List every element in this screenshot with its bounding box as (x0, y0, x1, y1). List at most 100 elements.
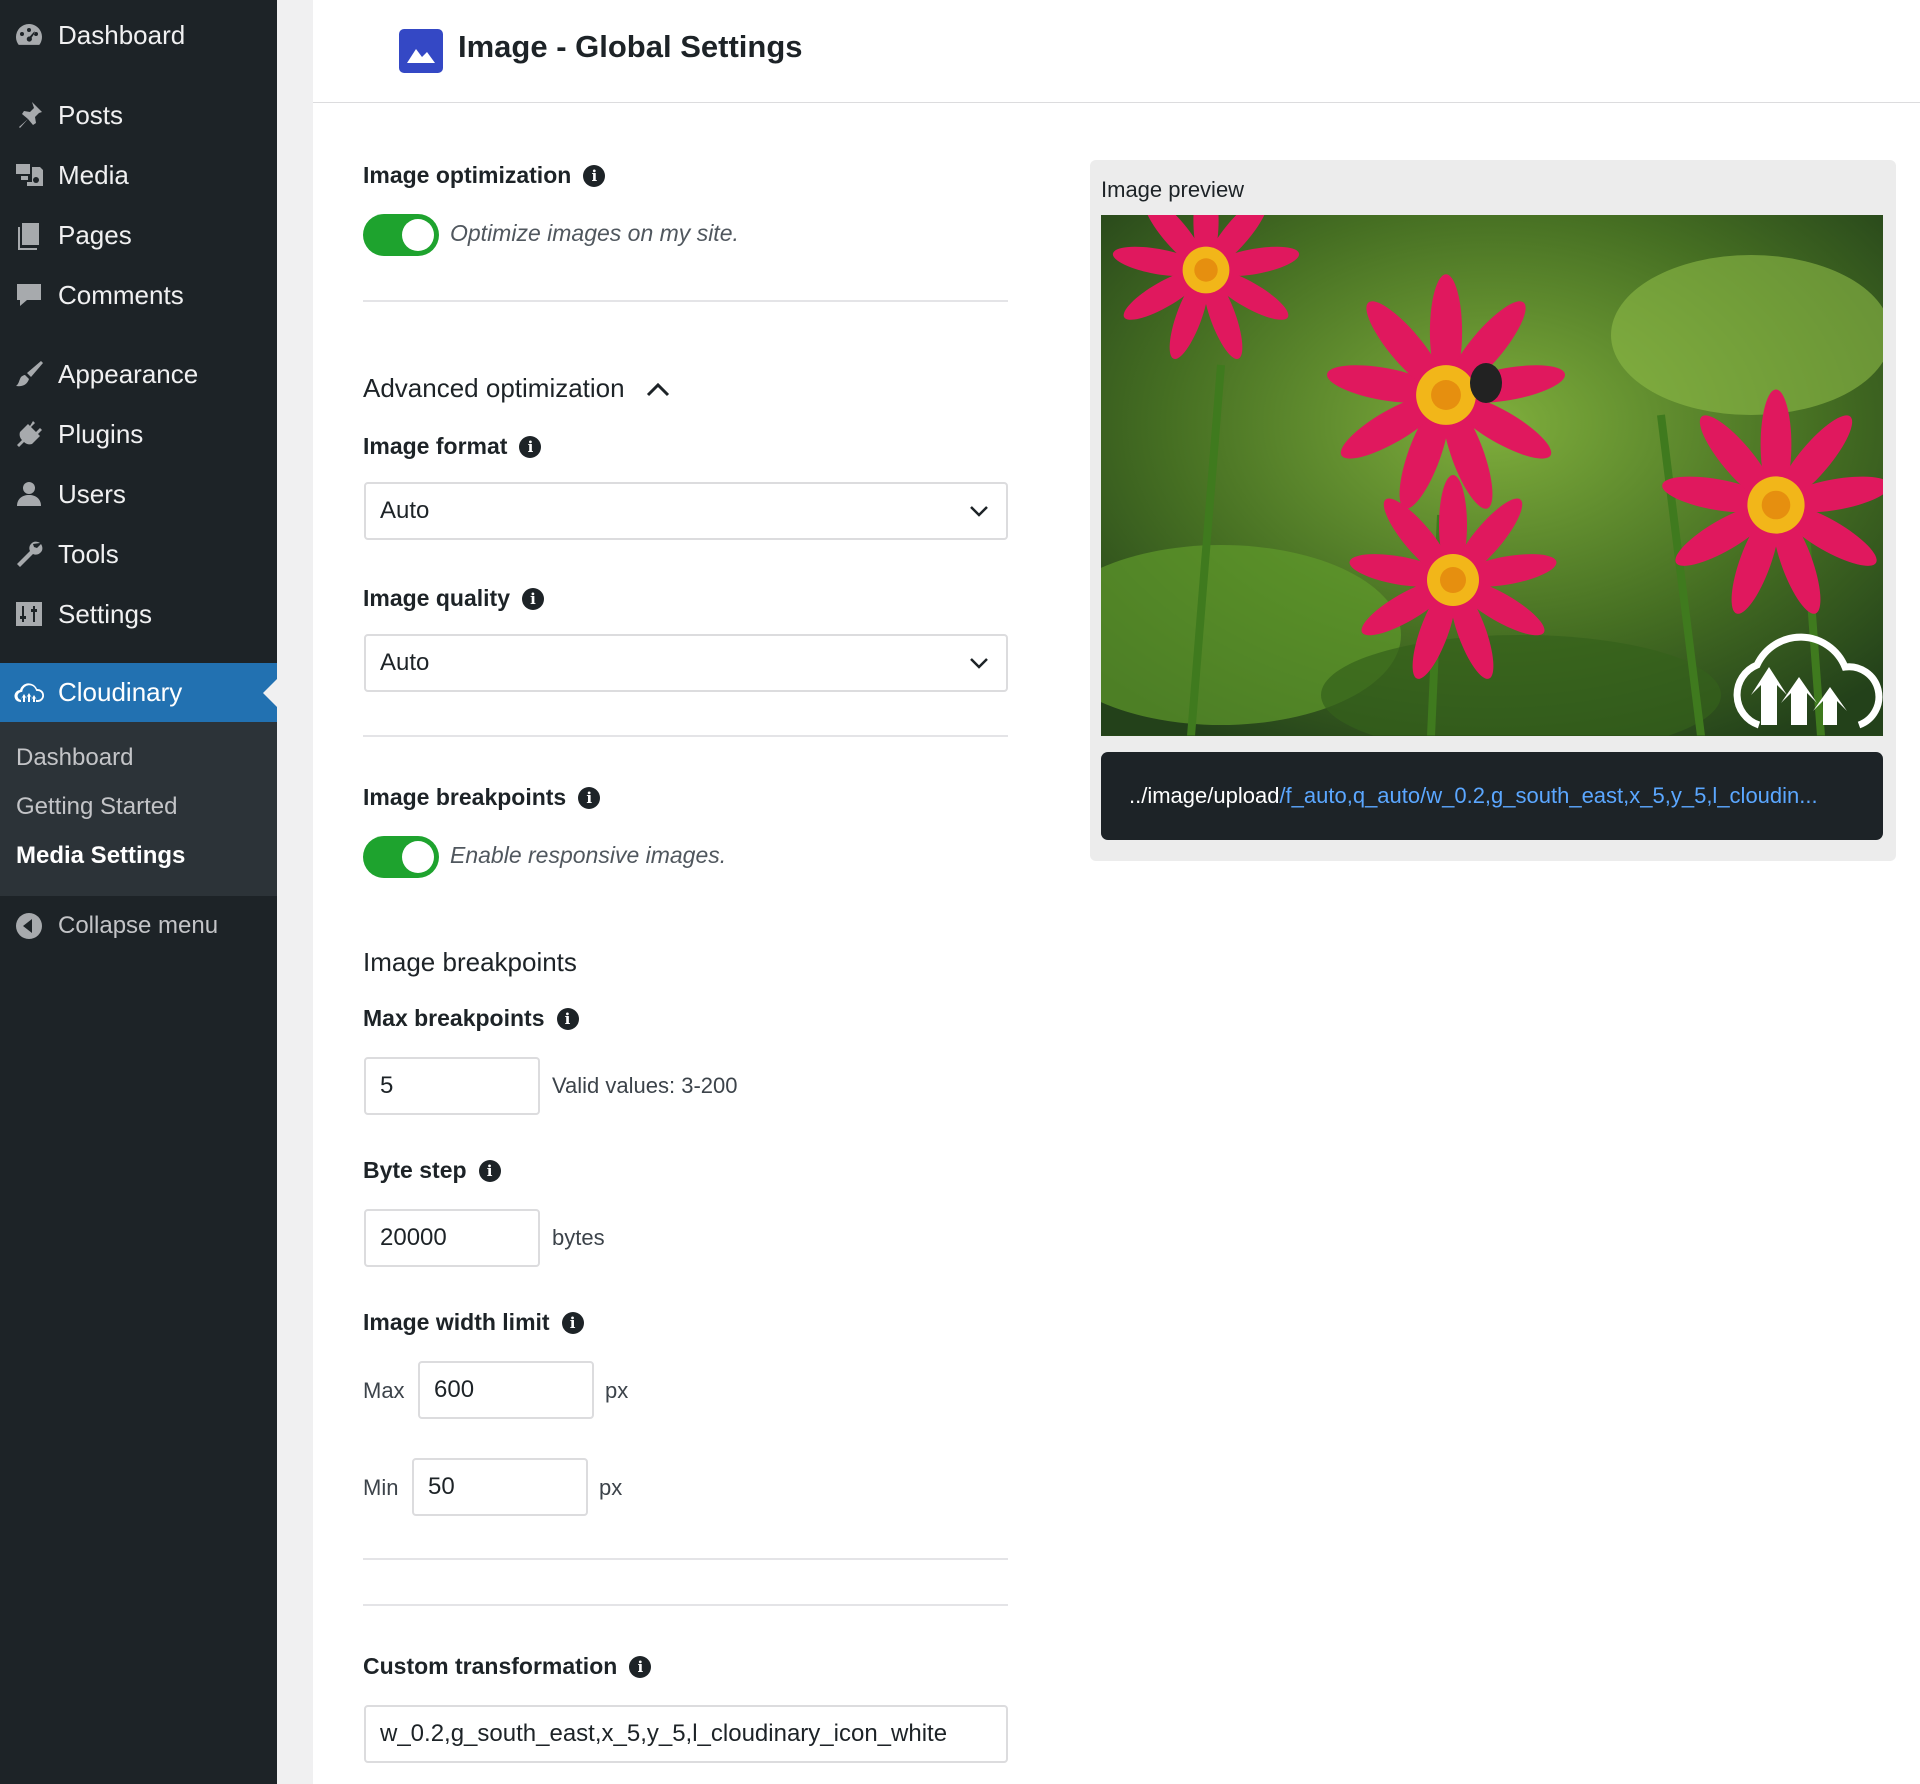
sidebar-item-label: Dashboard (58, 19, 186, 50)
breakpoints-section-title: Image breakpoints (363, 947, 577, 977)
info-icon[interactable]: i (629, 1655, 652, 1678)
collapse-menu-button[interactable]: Collapse menu (0, 897, 277, 955)
image-breakpoints-label: Image breakpoints i (363, 784, 601, 811)
image-quality-label: Image quality i (363, 585, 544, 612)
cloud-icon (0, 664, 58, 722)
byte-step-input[interactable]: 20000 (364, 1209, 540, 1267)
image-format-value: Auto (380, 497, 430, 524)
width-max-input[interactable]: 600 (418, 1361, 594, 1419)
comment-icon (0, 266, 58, 324)
image-breakpoints-description: Enable responsive images. (450, 842, 727, 868)
image-optimization-label-text: Image optimization (363, 162, 572, 188)
image-format-label: Image format i (363, 433, 542, 460)
chevron-down-icon (970, 658, 988, 669)
page-title: Image - Global Settings (458, 29, 803, 64)
divider (363, 300, 1008, 302)
sidebar-item-label: Comments (58, 279, 184, 310)
sidebar-item-appearance[interactable]: Appearance (0, 345, 277, 403)
sidebar-item-settings[interactable]: Settings (0, 585, 277, 643)
sidebar-item-label: Media (58, 159, 129, 190)
byte-step-label: Byte step i (363, 1157, 501, 1184)
plug-icon (0, 405, 58, 463)
image-icon (399, 29, 443, 73)
sidebar-item-label: Tools (58, 538, 119, 569)
sidebar-item-label: Settings (58, 598, 152, 629)
info-icon[interactable]: i (521, 587, 544, 610)
sidebar-item-users[interactable]: Users (0, 465, 277, 523)
image-width-limit-label-text: Image width limit (363, 1309, 550, 1335)
page-header: Image - Global Settings (313, 0, 1920, 103)
image-width-limit-label: Image width limit i (363, 1309, 584, 1336)
max-breakpoints-hint: Valid values: 3-200 (552, 1073, 738, 1098)
info-icon[interactable]: i (583, 164, 606, 187)
divider (363, 1604, 1008, 1606)
preview-image (1101, 215, 1883, 736)
sidebar-item-cloudinary[interactable]: Cloudinary (0, 663, 277, 722)
width-min-label: Min (363, 1475, 399, 1500)
divider (363, 735, 1008, 737)
user-icon (0, 465, 58, 523)
transformation-url: ../image/upload/f_auto,q_auto/w_0.2,g_so… (1101, 752, 1883, 840)
info-icon[interactable]: i (561, 1311, 584, 1334)
divider (363, 1558, 1008, 1560)
sidebar-item-label: Appearance (58, 358, 199, 389)
submenu-item-media-settings[interactable]: Media Settings (16, 842, 185, 870)
width-min-input[interactable]: 50 (412, 1458, 588, 1516)
image-quality-select[interactable]: Auto (364, 634, 1008, 692)
width-max-label: Max (363, 1378, 405, 1403)
max-breakpoints-label-text: Max breakpoints (363, 1005, 545, 1031)
cloudinary-submenu: Dashboard Getting Started Media Settings (0, 722, 277, 896)
toggle-knob (402, 219, 434, 251)
image-optimization-description: Optimize images on my site. (450, 220, 739, 246)
width-max-unit: px (605, 1378, 629, 1403)
sidebar-item-dashboard[interactable]: Dashboard (0, 6, 277, 64)
url-base: ../image/upload (1129, 783, 1280, 808)
image-breakpoints-toggle[interactable] (363, 836, 439, 878)
image-quality-label-text: Image quality (363, 585, 510, 611)
chevron-up-icon (646, 382, 669, 396)
image-breakpoints-label-text: Image breakpoints (363, 784, 567, 810)
width-min-unit: px (599, 1475, 623, 1500)
byte-step-unit: bytes (552, 1225, 605, 1250)
sidebar-item-plugins[interactable]: Plugins (0, 405, 277, 463)
image-optimization-label: Image optimization i (363, 162, 606, 189)
active-indicator (263, 678, 277, 707)
image-preview-title: Image preview (1101, 177, 1245, 202)
sidebar-item-label: Plugins (58, 418, 144, 449)
sidebar-item-label: Pages (58, 219, 132, 250)
image-format-select[interactable]: Auto (364, 482, 1008, 540)
url-transformation-link[interactable]: /f_auto,q_auto/w_0.2,g_south_east,x_5,y_… (1279, 783, 1817, 809)
wrench-icon (0, 525, 58, 583)
byte-step-label-text: Byte step (363, 1157, 467, 1183)
info-icon[interactable]: i (519, 435, 542, 458)
collapse-icon (0, 897, 58, 955)
brush-icon (0, 345, 58, 403)
sidebar-item-pages[interactable]: Pages (0, 206, 277, 264)
custom-transformation-label: Custom transformation i (363, 1653, 652, 1680)
sidebar-item-label: Posts (58, 99, 124, 130)
toggle-knob (402, 841, 434, 873)
sidebar-item-posts[interactable]: Posts (0, 86, 277, 144)
info-icon[interactable]: i (578, 786, 601, 809)
max-breakpoints-input[interactable]: 5 (364, 1057, 540, 1115)
chevron-down-icon (970, 506, 988, 517)
custom-transformation-input[interactable]: w_0.2,g_south_east,x_5,y_5,l_cloudinary_… (364, 1705, 1008, 1763)
sidebar-item-media[interactable]: Media (0, 146, 277, 204)
pin-icon (0, 86, 58, 144)
advanced-optimization-toggle[interactable]: Advanced optimization (363, 373, 671, 404)
pages-icon (0, 206, 58, 264)
sidebar-item-label: Users (58, 478, 126, 509)
advanced-optimization-label: Advanced optimization (363, 373, 625, 403)
sidebar-item-tools[interactable]: Tools (0, 525, 277, 583)
image-optimization-toggle[interactable] (363, 214, 439, 256)
sliders-icon (0, 585, 58, 643)
info-icon[interactable]: i (556, 1007, 579, 1030)
custom-transformation-label-text: Custom transformation (363, 1653, 618, 1679)
submenu-item-dashboard[interactable]: Dashboard (16, 744, 133, 772)
sidebar-item-comments[interactable]: Comments (0, 266, 277, 324)
sidebar-item-label: Cloudinary (58, 677, 183, 707)
media-icon (0, 146, 58, 204)
dashboard-icon (0, 6, 58, 64)
submenu-item-getting-started[interactable]: Getting Started (16, 793, 177, 821)
info-icon[interactable]: i (478, 1159, 501, 1182)
